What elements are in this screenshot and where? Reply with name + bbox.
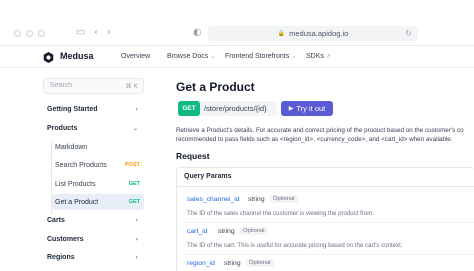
- optional-badge: Optional: [240, 227, 268, 235]
- param-description: The ID of the sales channel the customer…: [187, 210, 374, 217]
- sidebar-item-list-products[interactable]: List Products GET: [52, 176, 144, 192]
- param-type: string: [224, 260, 241, 267]
- nav-frontend-storefronts[interactable]: Frontend Storefronts ⌄: [225, 53, 296, 60]
- chevron-down-icon: ⌄: [291, 53, 297, 60]
- chevron-right-icon: ›: [135, 217, 138, 224]
- sidebar-section-getting-started[interactable]: Getting Started ›: [43, 102, 144, 117]
- chevron-right-icon: ›: [135, 236, 138, 243]
- play-icon: ▶: [288, 105, 294, 112]
- try-it-out-button[interactable]: ▶ Try it out: [281, 101, 333, 116]
- top-navigation: Medusa Overview Browse Docs ⌄ Frontend St…: [0, 46, 474, 68]
- method-badge-post: POST: [125, 162, 140, 168]
- lock-icon: 🔒: [277, 31, 286, 37]
- nav-sdks[interactable]: SDKs ↗: [306, 53, 331, 60]
- maximize-window-icon[interactable]: [38, 30, 45, 37]
- browser-toolbar: ▭ ‹ › ◐ 🔒 medusa.apidog.io ↻: [0, 22, 474, 46]
- brand-name[interactable]: Medusa: [60, 51, 94, 61]
- query-params-heading: Query Params: [184, 173, 232, 180]
- divider: [185, 222, 474, 223]
- param-type: string: [248, 196, 265, 203]
- external-link-icon: ↗: [325, 53, 331, 60]
- query-params-panel: Query Params sales_channel_id string Opt…: [176, 167, 474, 271]
- divider: [185, 254, 474, 255]
- address-bar[interactable]: 🔒 medusa.apidog.io ↻: [208, 26, 418, 41]
- sidebar-toggle-icon[interactable]: ▭: [76, 27, 85, 38]
- forward-icon[interactable]: ›: [107, 27, 111, 38]
- param-name: cart_id: [187, 228, 208, 235]
- chevron-right-icon: ›: [135, 106, 138, 113]
- method-badge-get: GET: [128, 181, 140, 187]
- sidebar-item-markdown[interactable]: Markdown: [52, 139, 144, 155]
- param-name: sales_channel_id: [187, 196, 240, 203]
- endpoint-bar[interactable]: GET /store/products/{id}: [178, 101, 277, 116]
- nav-browse-docs[interactable]: Browse Docs ⌄: [167, 53, 215, 60]
- main-content: Get a Product GET /store/products/{id} ▶…: [176, 68, 474, 271]
- sidebar-item-search-products[interactable]: Search Products POST: [52, 157, 144, 173]
- medusa-logo-icon: [43, 52, 54, 63]
- sidebar-section-customers[interactable]: Customers ›: [43, 232, 144, 247]
- chevron-right-icon: ›: [135, 254, 138, 261]
- param-description: The ID of the cart. This is useful for a…: [187, 242, 403, 249]
- chevron-down-icon: ⌄: [210, 53, 216, 60]
- sidebar: Search ⌘ K Getting Started › Products ⌄ …: [40, 68, 150, 271]
- method-badge-get: GET: [128, 199, 140, 205]
- url-text: medusa.apidog.io: [289, 29, 349, 38]
- search-shortcut: ⌘ K: [125, 83, 138, 90]
- param-type: string: [218, 228, 235, 235]
- back-icon[interactable]: ‹: [94, 27, 98, 38]
- param-name: region_id: [187, 260, 215, 267]
- reload-icon[interactable]: ↻: [405, 29, 412, 38]
- nav-overview[interactable]: Overview: [121, 53, 150, 60]
- sidebar-item-get-a-product[interactable]: Get a Product GET: [52, 194, 144, 210]
- method-badge: GET: [178, 101, 200, 116]
- chevron-down-icon: ⌄: [132, 125, 138, 132]
- minimize-window-icon[interactable]: [26, 30, 33, 37]
- optional-badge: Optional: [246, 259, 274, 267]
- sidebar-section-regions[interactable]: Regions ›: [43, 250, 144, 265]
- sidebar-section-products[interactable]: Products ⌄: [43, 121, 144, 136]
- optional-badge: Optional: [270, 195, 298, 203]
- privacy-shield-icon[interactable]: ◐: [193, 27, 202, 38]
- window-controls: [14, 30, 45, 37]
- close-window-icon[interactable]: [14, 30, 21, 37]
- divider: [177, 186, 474, 187]
- endpoint-description: Retrieve a Product's details. For accura…: [176, 127, 464, 143]
- request-heading: Request: [176, 151, 210, 161]
- sidebar-section-carts[interactable]: Carts ›: [43, 213, 144, 228]
- endpoint-path: /store/products/{id}: [204, 104, 267, 113]
- search-input[interactable]: Search ⌘ K: [43, 78, 144, 94]
- search-placeholder: Search: [50, 82, 73, 89]
- page-title: Get a Product: [176, 80, 255, 94]
